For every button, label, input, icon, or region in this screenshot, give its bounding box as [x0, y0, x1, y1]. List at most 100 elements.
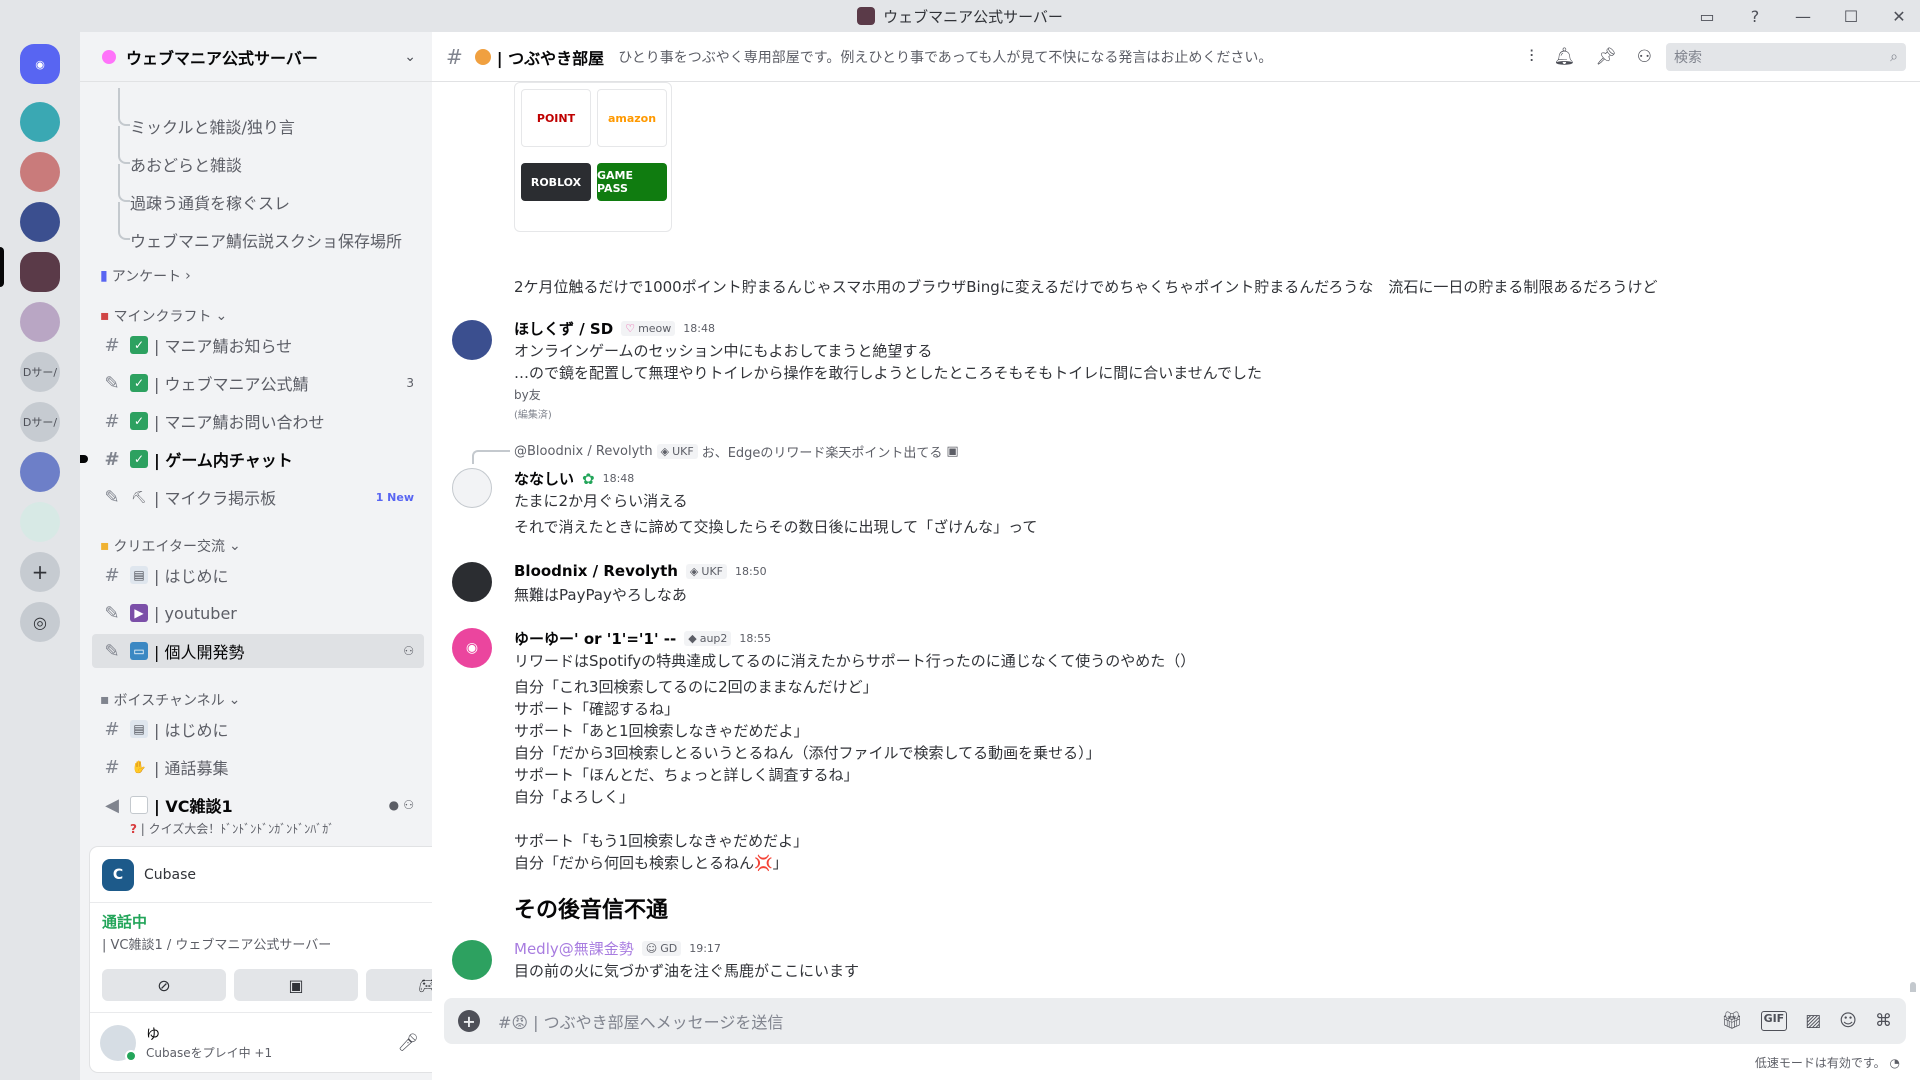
message-text: サポート「あと1回検索しなきゃだめだよ」: [514, 722, 809, 740]
channel-voice-intro[interactable]: # ▤ | はじめに: [92, 712, 424, 746]
category-creator[interactable]: ▪ クリエイター交流 ⌄: [100, 536, 241, 556]
wave-icon: ✋: [131, 760, 147, 774]
pin-icon[interactable]: 📌︎: [1595, 47, 1617, 67]
emoji-icon[interactable]: ☺: [1839, 1011, 1857, 1031]
discover-icon[interactable]: ◎: [20, 602, 60, 642]
channel-youtuber[interactable]: ✎ ▶ | youtuber: [92, 596, 424, 630]
help-icon[interactable]: ?: [1742, 3, 1768, 29]
bell-icon[interactable]: 🔔︎: [1554, 47, 1576, 67]
gift-icon[interactable]: 🎁︎: [1721, 1011, 1743, 1031]
message-input[interactable]: #😡 | つぶやき部屋へメッセージを送信: [498, 1009, 1721, 1033]
selected-server-pip: [0, 247, 4, 287]
avatar[interactable]: [452, 940, 492, 980]
chat-bubble-icon[interactable]: ● ⚇: [389, 798, 414, 812]
message-text: それで消えたときに諦めて交換したらその数日後に出現して「ざけんな」って: [514, 518, 1038, 536]
hash-icon: #: [104, 718, 120, 740]
message-text: by友: [514, 388, 541, 402]
channel-official[interactable]: ✎ ✓ | ウェブマニア公式鯖 3: [92, 366, 424, 400]
vc-status-text: ? | クイズ大会！ﾄﾞﾝﾄﾞﾝﾄﾞﾝｶﾞﾝﾄﾞﾝﾊﾞｶﾞ: [130, 822, 335, 836]
angry-face-icon: [474, 48, 491, 65]
maximize-button[interactable]: ☐: [1838, 3, 1864, 29]
hash-icon: #: [104, 334, 120, 356]
server-icon-2[interactable]: [20, 152, 60, 192]
camera-off-button[interactable]: ⊘: [102, 969, 226, 1001]
channel-game-chat[interactable]: # ✓ | ゲーム内チャット: [80, 442, 424, 476]
server-folder-1[interactable]: Dサー/: [20, 352, 60, 392]
chevron-down-icon: ⌄: [215, 308, 228, 324]
pickaxe-icon: ⛏: [131, 490, 147, 504]
server-icon-3[interactable]: [20, 202, 60, 242]
minimize-button[interactable]: —: [1790, 3, 1816, 29]
channel-intro[interactable]: # ▤ | はじめに: [92, 558, 424, 592]
message-composer[interactable]: + #😡 | つぶやき部屋へメッセージを送信 🎁︎ GIF ▨ ☺ ⌘: [444, 998, 1906, 1044]
sticker-icon[interactable]: ▨: [1805, 1011, 1821, 1031]
gamepass-tile: GAME PASS: [597, 163, 667, 201]
category-survey[interactable]: ▮ アンケート ›: [100, 266, 191, 286]
category-voice[interactable]: ▪ ボイスチャンネル ⌄: [100, 690, 240, 710]
flame-icon: ◈: [660, 445, 670, 458]
server-folder-2[interactable]: Dサー/: [20, 402, 60, 442]
user-tag: ◈ UKF: [656, 444, 698, 459]
image-attachment[interactable]: POINT amazon ROBLOX GAME PASS: [514, 82, 672, 232]
server-icon-6[interactable]: [20, 452, 60, 492]
apps-icon[interactable]: ⌘: [1875, 1011, 1892, 1031]
category-minecraft[interactable]: ▪ マインクラフト ⌄: [100, 306, 227, 326]
microphone-icon[interactable]: 🎤︎: [398, 1033, 420, 1053]
channel-inquiry[interactable]: # ✓ | マニア鯖お問い合わせ: [92, 404, 424, 438]
chart-icon: ▮: [100, 268, 108, 284]
clock-icon: ◔: [1889, 1056, 1900, 1070]
gif-icon[interactable]: GIF: [1760, 1011, 1788, 1031]
channel-topic[interactable]: ひとり事をつぶやく専用部屋です。例えひとり事であっても人が見て不快になる発言はお…: [618, 47, 1529, 67]
username[interactable]: Medly@無課金勢: [514, 938, 634, 959]
username[interactable]: ゆーゆー' or '1'='1' --: [514, 628, 676, 649]
thread-item[interactable]: ミックルと雑談/独り言: [118, 88, 295, 138]
user-tag: ☺ GD: [641, 941, 682, 956]
avatar[interactable]: [452, 320, 492, 360]
chevron-down-icon: ⌄: [228, 692, 241, 708]
channel-call-recruit[interactable]: # ✋ | 通話募集: [92, 750, 424, 784]
add-attachment-button[interactable]: +: [458, 1010, 480, 1032]
server-icon-5[interactable]: [20, 302, 60, 342]
window-title: ウェブマニア公式サーバー: [857, 6, 1063, 27]
username[interactable]: ほしくず / SD: [514, 318, 613, 339]
add-member-icon[interactable]: ⚇: [403, 644, 414, 658]
thread-item[interactable]: あおどらと雑談: [117, 126, 242, 176]
member-list-icon[interactable]: ⚇: [1637, 47, 1652, 67]
message-text: サポート「確認するね」: [514, 700, 680, 718]
username[interactable]: Bloodnix / Revolyth: [514, 562, 678, 580]
server-icon-1[interactable]: [20, 102, 60, 142]
thread-item[interactable]: 過疎う通貨を稼ぐスレ: [117, 164, 290, 214]
channel-vc1[interactable]: ◀ | VC雑談1 ● ⚇: [92, 788, 424, 822]
hash-icon: #: [104, 564, 120, 586]
forum-icon: ✎: [104, 372, 120, 394]
slow-mode-notice: 低速モードは有効です。 ◔: [1754, 1056, 1900, 1070]
channel-mania-news[interactable]: # ✓ | マニア鯖お知らせ: [92, 328, 424, 362]
channel-minecraft-board[interactable]: ✎ ⛏ | マイクラ掲示板 1 New: [92, 480, 424, 514]
guild-header[interactable]: ウェブマニア公式サーバー ⌄: [80, 32, 432, 82]
inbox-icon[interactable]: ▭: [1694, 3, 1720, 29]
channel-title: | つぶやき部屋: [496, 48, 605, 68]
username[interactable]: ななしい: [514, 468, 574, 489]
server-icon-7[interactable]: [20, 502, 60, 542]
reply-preview[interactable]: @Bloodnix / Revolyth ◈ UKF お、Edgeのリワード楽天ポ…: [514, 442, 959, 461]
clapper-icon: ▶: [130, 604, 148, 622]
channel-indie-dev[interactable]: ✎ ▭ | 個人開発勢 ⚇: [92, 634, 424, 668]
threads-icon[interactable]: ⫶: [1529, 47, 1533, 67]
avatar[interactable]: [100, 1024, 137, 1062]
search-input[interactable]: 検索 ⌕: [1666, 42, 1906, 71]
scrollbar[interactable]: [1910, 982, 1916, 992]
user-tag: ◈ UKF: [685, 563, 727, 579]
channel-list: ミックルと雑談/独り言 あおどらと雑談 過疎う通貨を稼ぐスレ ウェブマニア鯖伝説…: [80, 82, 432, 872]
avatar[interactable]: ◉: [452, 628, 492, 668]
server-icon-webmania[interactable]: [20, 252, 60, 292]
close-button[interactable]: ✕: [1886, 3, 1912, 29]
add-server-icon[interactable]: +: [20, 552, 60, 592]
screen-share-button[interactable]: ▣: [234, 969, 358, 1001]
avatar[interactable]: [452, 562, 492, 602]
activity-name: Cubase: [144, 866, 197, 883]
avatar[interactable]: [452, 468, 492, 508]
discord-home-icon[interactable]: ◉: [20, 44, 60, 84]
check-icon: ✓: [130, 450, 148, 468]
thread-item[interactable]: ウェブマニア鯖伝説スクショ保存場所: [117, 202, 402, 252]
message-header: Bloodnix / Revolyth ◈ UKF 18:50: [514, 562, 767, 580]
